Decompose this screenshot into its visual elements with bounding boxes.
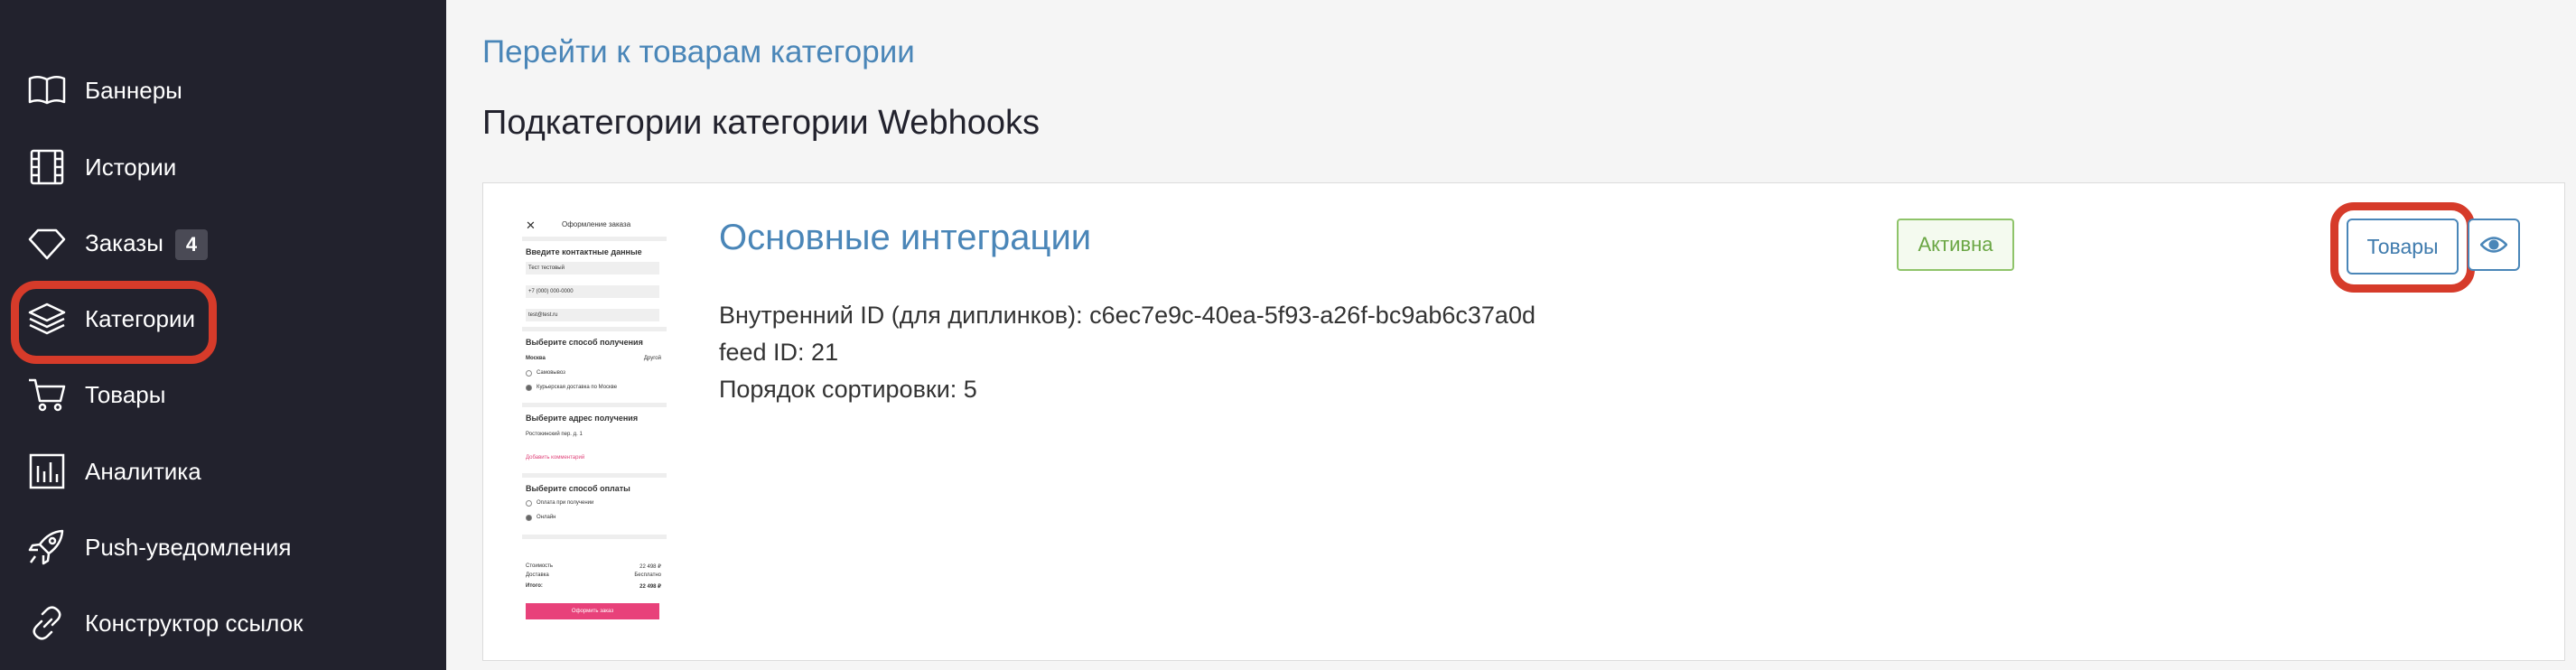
link-icon <box>27 604 67 642</box>
subcategory-title[interactable]: Основные интеграции <box>719 215 1091 260</box>
sidebar-item-link-builder[interactable]: Конструктор ссылок <box>0 591 446 655</box>
thumb-header: Оформление заказа <box>562 220 631 228</box>
eye-icon <box>2480 237 2507 253</box>
thumb-text: Самовывоз <box>537 370 565 376</box>
thumb-text: 22 498 ₽ <box>639 584 661 590</box>
thumb-text: Москва <box>526 356 546 361</box>
thumb-text: Ростокинский пер. д. 1 <box>526 432 583 437</box>
thumb-text: Оплата при получении <box>537 500 594 506</box>
thumb-divider <box>522 237 667 241</box>
thumb-heading: Выберите адрес получения <box>526 414 639 423</box>
thumb-heading: Выберите способ оплаты <box>526 484 630 493</box>
internal-id: Внутренний ID (для диплинков): c6ec7e9c-… <box>719 302 1535 329</box>
bar-chart-icon <box>27 452 67 490</box>
film-icon <box>27 148 67 186</box>
sidebar-item-label: Конструктор ссылок <box>85 610 303 637</box>
sidebar-item-push-notifications[interactable]: Push-уведомления <box>0 516 446 579</box>
rocket-icon <box>27 528 67 566</box>
thumb-field: test@test.ru <box>526 309 659 321</box>
sidebar-item-label: Заказы <box>85 229 163 256</box>
thumb-text: 22 498 ₽ <box>639 564 661 570</box>
thumb-radio <box>526 515 532 521</box>
thumb-heading: Выберите способ получения <box>526 338 643 347</box>
sidebar-item-analytics[interactable]: Аналитика <box>0 440 446 503</box>
thumb-heading: Введите контактные данные <box>526 247 642 256</box>
sidebar-item-label: Истории <box>85 154 177 181</box>
diamond-icon <box>27 224 67 262</box>
thumb-text: Стоимость <box>526 563 554 569</box>
sidebar-item-label: Аналитика <box>85 458 201 485</box>
thumb-field: Тест тестовый <box>526 262 659 275</box>
sort-order: Порядок сортировки: 5 <box>719 376 977 403</box>
thumb-text: Бесплатно <box>634 572 661 578</box>
thumb-submit: Оформить заказ <box>526 603 659 619</box>
sidebar-item-label: Баннеры <box>85 77 182 104</box>
sidebar-item-label: Товары <box>85 381 166 408</box>
sidebar-item-products[interactable]: Товары <box>0 363 446 426</box>
feed-id: feed ID: 21 <box>719 339 839 366</box>
book-icon <box>27 71 67 109</box>
orders-count-badge: 4 <box>175 229 208 260</box>
thumb-text: Доставка <box>526 572 549 578</box>
highlight-ring <box>11 281 217 364</box>
sidebar-item-orders[interactable]: Заказы 4 <box>0 211 446 275</box>
products-button[interactable]: Товары <box>2347 219 2459 275</box>
thumb-radio <box>526 500 532 507</box>
thumb-divider <box>522 403 667 407</box>
thumb-divider <box>522 327 667 331</box>
page-title: Подкатегории категории Webhooks <box>482 104 1040 142</box>
close-icon: ✕ <box>526 219 536 232</box>
category-products-link[interactable]: Перейти к товарам категории <box>482 33 915 72</box>
thumb-text: Итого: <box>526 583 543 589</box>
thumb-divider <box>522 473 667 478</box>
sidebar-item-label: Push-уведомления <box>85 534 292 561</box>
thumb-text: Добавить комментарий <box>526 455 585 461</box>
sidebar: Баннеры Истории Заказы 4 Категории Товар… <box>0 0 446 670</box>
sidebar-item-banners[interactable]: Баннеры <box>0 59 446 122</box>
thumb-text: Курьерская доставка по Москве <box>537 385 618 390</box>
thumb-text: Другой <box>643 356 661 361</box>
thumb-field: +7 (000) 000-0000 <box>526 285 659 298</box>
thumb-radio <box>526 370 532 377</box>
thumb-radio <box>526 385 532 391</box>
thumb-text: Онлайн <box>537 515 556 520</box>
sidebar-item-stories[interactable]: Истории <box>0 135 446 199</box>
cart-icon <box>27 376 67 414</box>
thumb-divider <box>522 535 667 539</box>
view-button[interactable] <box>2468 219 2520 271</box>
status-badge: Активна <box>1897 219 2014 271</box>
category-thumbnail: ✕ Оформление заказа Введите контактные д… <box>522 211 667 627</box>
